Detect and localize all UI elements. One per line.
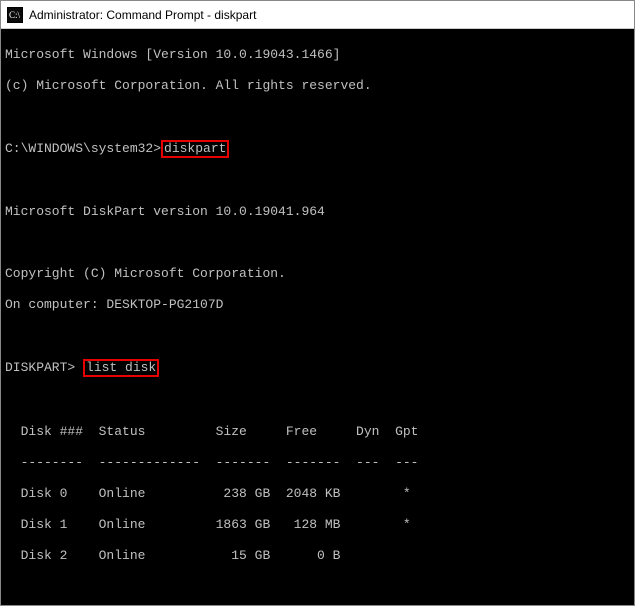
blank-line [5, 109, 630, 125]
text-line: Microsoft Windows [Version 10.0.19043.14… [5, 47, 630, 63]
prompt-line: C:\WINDOWS\system32>diskpart [5, 140, 630, 158]
text-line: Copyright (C) Microsoft Corporation. [5, 266, 630, 282]
table-row: Disk 2 Online 15 GB 0 B [5, 548, 630, 564]
svg-text:C:\: C:\ [9, 10, 21, 20]
blank-line [5, 579, 630, 595]
table-rule: -------- ------------- ------- ------- -… [5, 455, 630, 471]
cmd-icon: C:\ [7, 7, 23, 23]
path-prompt: C:\WINDOWS\system32> [5, 141, 161, 156]
highlight-list-disk: list disk [83, 359, 159, 377]
blank-line [5, 328, 630, 344]
blank-line [5, 235, 630, 251]
console-area[interactable]: Microsoft Windows [Version 10.0.19043.14… [1, 29, 634, 605]
table-row: Disk 0 Online 238 GB 2048 KB * [5, 486, 630, 502]
table-header: Disk ### Status Size Free Dyn Gpt [5, 424, 630, 440]
blank-line [5, 173, 630, 189]
titlebar[interactable]: C:\ Administrator: Command Prompt - disk… [1, 1, 634, 29]
text-line: (c) Microsoft Corporation. All rights re… [5, 78, 630, 94]
window-title: Administrator: Command Prompt - diskpart [29, 8, 256, 22]
prompt-line: DISKPART> list disk [5, 359, 630, 377]
text-line: Microsoft DiskPart version 10.0.19041.96… [5, 204, 630, 220]
highlight-diskpart: diskpart [161, 140, 229, 158]
table-row: Disk 1 Online 1863 GB 128 MB * [5, 517, 630, 533]
diskpart-prompt: DISKPART> [5, 360, 83, 375]
blank-line [5, 393, 630, 409]
cmd-window: C:\ Administrator: Command Prompt - disk… [0, 0, 635, 606]
text-line: On computer: DESKTOP-PG2107D [5, 297, 630, 313]
